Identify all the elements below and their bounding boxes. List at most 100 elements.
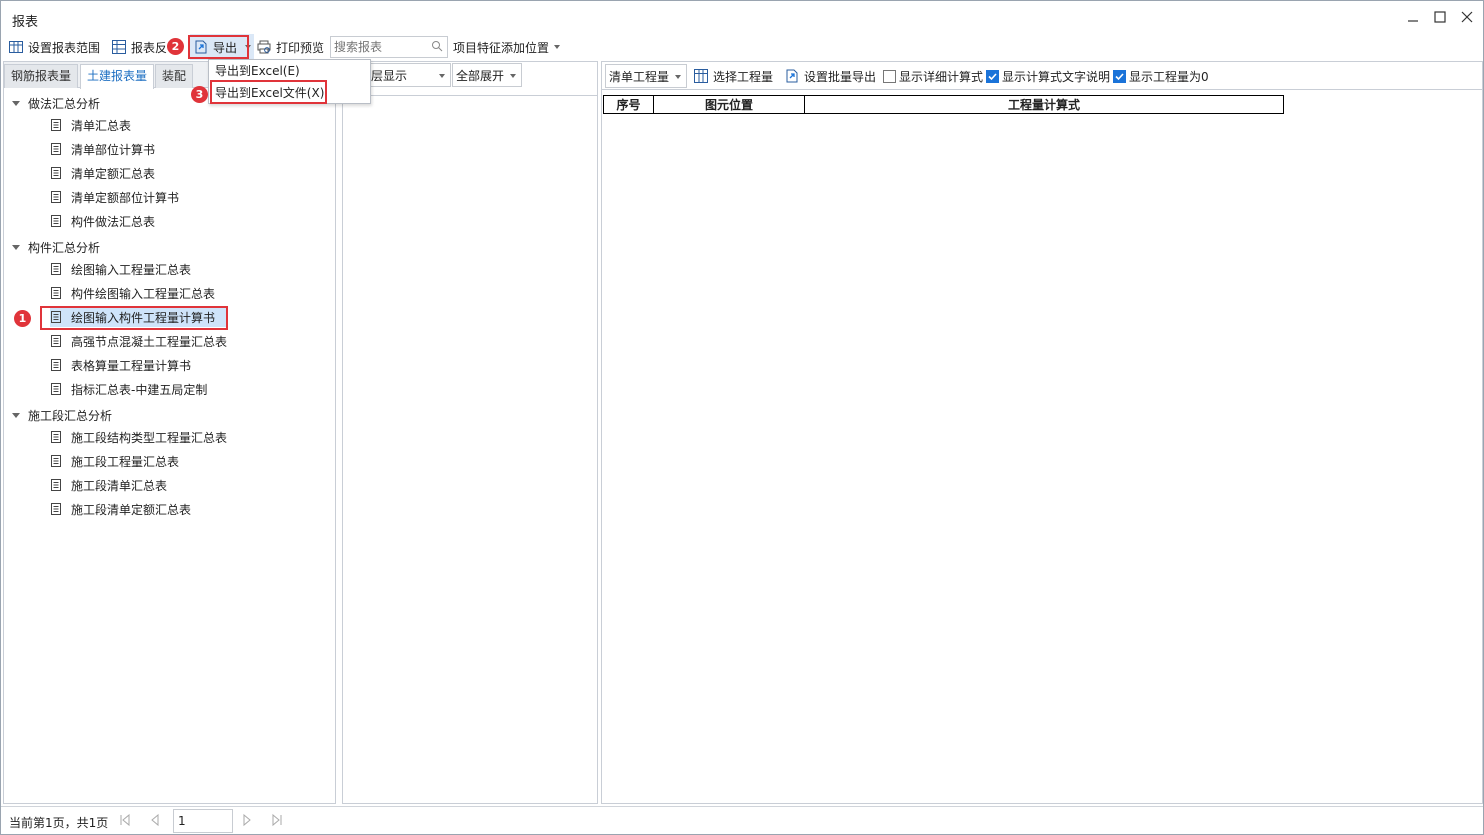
- step-badge-3: 3: [191, 86, 208, 103]
- tree-item-label: 清单汇总表: [71, 118, 132, 133]
- set-report-range-button[interactable]: 设置报表范围: [8, 34, 100, 60]
- show-detail-formula-label: 显示详细计算式: [899, 69, 984, 84]
- chevron-down-icon: [510, 74, 516, 78]
- print-preview-button[interactable]: 打印预览: [256, 34, 324, 60]
- window-title: 报表: [12, 15, 39, 30]
- tab-rebar-report[interactable]: 钢筋报表量: [4, 64, 79, 88]
- document-icon: [51, 215, 61, 227]
- report-tree-panel: 钢筋报表量 土建报表量 装配 做法汇总分析 清单汇总表 清单部位计算书 清单定额…: [3, 61, 336, 804]
- tree-item[interactable]: 绘图输入工程量汇总表: [50, 259, 191, 279]
- search-box[interactable]: [330, 36, 448, 58]
- export-file-highlight-box: [210, 80, 327, 104]
- tree-group-section-summary[interactable]: 施工段汇总分析: [12, 407, 112, 424]
- minimize-icon[interactable]: [1405, 9, 1421, 25]
- document-icon: [51, 167, 61, 179]
- report-table: 序号 图元位置 工程量计算式: [603, 95, 1284, 114]
- show-formula-text-checkbox[interactable]: 显示计算式文字说明: [986, 66, 1110, 86]
- chevron-down-icon: [439, 74, 445, 78]
- tree-item-label: 构件绘图输入工程量汇总表: [71, 286, 216, 301]
- expand-all-combo[interactable]: 全部展开: [452, 63, 522, 87]
- show-detail-formula-checkbox[interactable]: 显示详细计算式: [883, 66, 983, 86]
- table-icon: [112, 40, 126, 54]
- page-number-input[interactable]: [174, 810, 230, 832]
- document-icon: [51, 455, 61, 467]
- tree-item[interactable]: 施工段工程量汇总表: [50, 451, 179, 471]
- document-icon: [51, 143, 61, 155]
- title-bar: 报表: [1, 1, 1483, 33]
- document-icon: [51, 263, 61, 275]
- tree-item[interactable]: 构件绘图输入工程量汇总表: [50, 283, 215, 303]
- tree-item[interactable]: 施工段清单定额汇总表: [50, 499, 191, 519]
- set-report-range-label: 设置报表范围: [28, 40, 101, 55]
- document-icon: [51, 431, 61, 443]
- report-reverse-button[interactable]: 报表反: [111, 34, 167, 60]
- first-page-icon[interactable]: [118, 813, 132, 827]
- quantity-type-combo[interactable]: 清单工程量: [605, 64, 687, 88]
- tab-prefab-report[interactable]: 装配: [155, 64, 194, 88]
- chevron-down-icon: [554, 45, 561, 49]
- search-input[interactable]: [331, 37, 427, 57]
- close-icon[interactable]: [1459, 9, 1475, 25]
- checkmark-icon[interactable]: [1113, 69, 1126, 83]
- tree-item[interactable]: 构件做法汇总表: [50, 211, 155, 231]
- step-badge-1: 1: [14, 310, 31, 327]
- checkbox-unchecked[interactable]: [883, 69, 896, 83]
- tree-item[interactable]: 指标汇总表-中建五局定制: [50, 379, 207, 399]
- menu-item-export-excel[interactable]: 导出到Excel(E): [215, 61, 300, 81]
- tree-item[interactable]: 清单定额汇总表: [50, 163, 155, 183]
- add-feature-label: 项目特征添加位置: [453, 40, 550, 55]
- table-icon: [694, 69, 708, 83]
- column-header-index: 序号: [603, 95, 654, 114]
- last-page-icon[interactable]: [270, 813, 284, 827]
- document-icon: [51, 119, 61, 131]
- tree-item[interactable]: 清单部位计算书: [50, 139, 155, 159]
- tree-item-label: 指标汇总表-中建五局定制: [71, 382, 208, 397]
- checkmark-icon[interactable]: [986, 69, 999, 83]
- tree-group-method-summary[interactable]: 做法汇总分析: [12, 95, 100, 112]
- tree-group-component-summary[interactable]: 构件汇总分析: [12, 239, 100, 256]
- page-status-text: 当前第1页，共1页: [9, 816, 109, 830]
- tree-group-label: 施工段汇总分析: [28, 409, 113, 423]
- tree-item[interactable]: 表格算量工程量计算书: [50, 355, 191, 375]
- expand-triangle-icon[interactable]: [12, 413, 20, 418]
- document-icon: [51, 503, 61, 515]
- select-quantity-button[interactable]: 选择工程量: [693, 66, 773, 86]
- add-feature-position-dropdown[interactable]: 项目特征添加位置: [453, 34, 561, 60]
- tree-item-label: 表格算量工程量计算书: [71, 358, 192, 373]
- maximize-icon[interactable]: [1432, 9, 1448, 25]
- report-reverse-label: 报表反: [131, 40, 168, 55]
- grid-settings-icon: [9, 41, 23, 53]
- tab-civil-report[interactable]: 土建报表量: [80, 64, 155, 89]
- layer-display-combo[interactable]: 层显示: [367, 63, 451, 87]
- batch-export-settings-button[interactable]: 设置批量导出: [784, 66, 876, 86]
- tree-item[interactable]: 清单定额部位计算书: [50, 187, 179, 207]
- tree-item[interactable]: 清单汇总表: [50, 115, 131, 135]
- batch-export-label: 设置批量导出: [804, 69, 877, 84]
- document-icon: [51, 359, 61, 371]
- print-preview-icon: [257, 40, 271, 54]
- step-badge-2: 2: [167, 38, 184, 55]
- filter-panel: 层显示 全部展开: [342, 61, 598, 804]
- status-bar: 当前第1页，共1页: [1, 806, 1483, 834]
- show-zero-quantity-checkbox[interactable]: 显示工程量为0: [1113, 66, 1209, 86]
- document-icon: [51, 383, 61, 395]
- export-highlight-box: [188, 35, 249, 59]
- batch-export-icon: [786, 69, 798, 83]
- expand-triangle-icon[interactable]: [12, 101, 20, 106]
- tree-item-label: 清单定额汇总表: [71, 166, 156, 181]
- expand-triangle-icon[interactable]: [12, 245, 20, 250]
- tree-item[interactable]: 施工段清单汇总表: [50, 475, 167, 495]
- print-preview-label: 打印预览: [276, 40, 325, 55]
- filter-toolbar: 层显示 全部展开: [343, 62, 597, 96]
- next-page-icon[interactable]: [240, 813, 254, 827]
- tree-item-label: 施工段清单汇总表: [71, 478, 168, 493]
- quantity-type-value: 清单工程量: [609, 69, 670, 84]
- search-icon[interactable]: [431, 40, 443, 52]
- report-window: 报表 设置报表范围 报表反 导出 打印预览 项目特征添加位置: [0, 0, 1484, 835]
- tree-item[interactable]: 高强节点混凝土工程量汇总表: [50, 331, 227, 351]
- tree-item-label: 高强节点混凝土工程量汇总表: [71, 334, 228, 349]
- tree-item-label: 施工段结构类型工程量汇总表: [71, 430, 228, 445]
- page-number-field[interactable]: [173, 809, 233, 833]
- tree-item[interactable]: 施工段结构类型工程量汇总表: [50, 427, 227, 447]
- previous-page-icon[interactable]: [148, 813, 162, 827]
